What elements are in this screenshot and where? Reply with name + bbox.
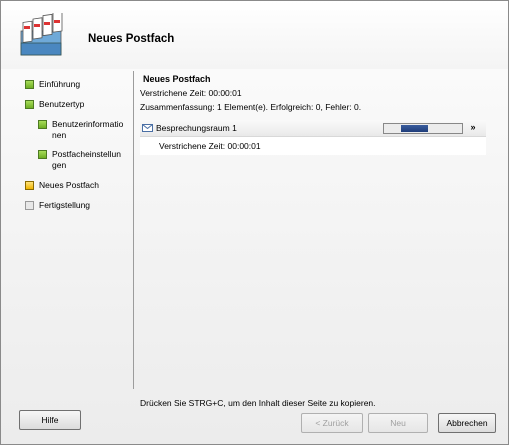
step-label-line2: gen: [52, 160, 67, 170]
wizard-header: Neues Postfach: [1, 1, 508, 69]
step-user-type: Benutzertyp: [25, 99, 84, 110]
mailbox-icon: [19, 10, 71, 59]
step-introduction: Einführung: [25, 79, 80, 90]
step-completion: Fertigstellung: [25, 200, 90, 211]
summary-text: Zusammenfassung: 1 Element(e). Erfolgrei…: [140, 102, 362, 112]
step-mailbox-settings: Postfacheinstellun gen: [38, 149, 121, 171]
wizard-steps: Einführung Benutzertyp Benutzerinformati…: [1, 69, 131, 399]
step-current-icon: [25, 181, 34, 190]
elapsed-time: Verstrichene Zeit: 00:00:01: [140, 88, 242, 98]
step-label-line1: Postfacheinstellun: [52, 149, 121, 159]
step-done-icon: [25, 80, 34, 89]
next-button[interactable]: Neu: [368, 413, 428, 433]
step-pending-icon: [25, 201, 34, 210]
copy-hint: Drücken Sie STRG+C, um den Inhalt dieser…: [140, 398, 376, 408]
step-done-icon: [38, 150, 47, 159]
task-elapsed-time: Verstrichene Zeit: 00:00:01: [159, 141, 261, 151]
help-button[interactable]: Hilfe: [19, 410, 81, 430]
task-progress-fill: [401, 125, 428, 132]
nav-divider: [133, 71, 134, 389]
back-button[interactable]: < Zurück: [301, 413, 363, 433]
wizard-title: Neues Postfach: [88, 33, 175, 45]
step-user-information: Benutzerinformatio nen: [38, 119, 123, 141]
content-title: Neues Postfach: [143, 74, 211, 84]
step-label-line2: nen: [52, 130, 67, 140]
step-done-icon: [25, 100, 34, 109]
task-progress-bar: [383, 123, 463, 134]
task-row[interactable]: Besprechungsraum 1 »: [140, 120, 486, 137]
collapse-icon[interactable]: »: [468, 123, 478, 133]
room-mailbox-icon: [142, 124, 153, 132]
wizard-window: Neues Postfach Einführung Benutzertyp Be…: [0, 0, 509, 445]
task-detail: Verstrichene Zeit: 00:00:01: [140, 137, 486, 155]
cancel-button[interactable]: Abbrechen: [438, 413, 496, 433]
step-new-mailbox: Neues Postfach: [25, 180, 99, 191]
step-done-icon: [38, 120, 47, 129]
task-name: Besprechungsraum 1: [156, 123, 237, 133]
step-label-line1: Benutzerinformatio: [52, 119, 124, 129]
